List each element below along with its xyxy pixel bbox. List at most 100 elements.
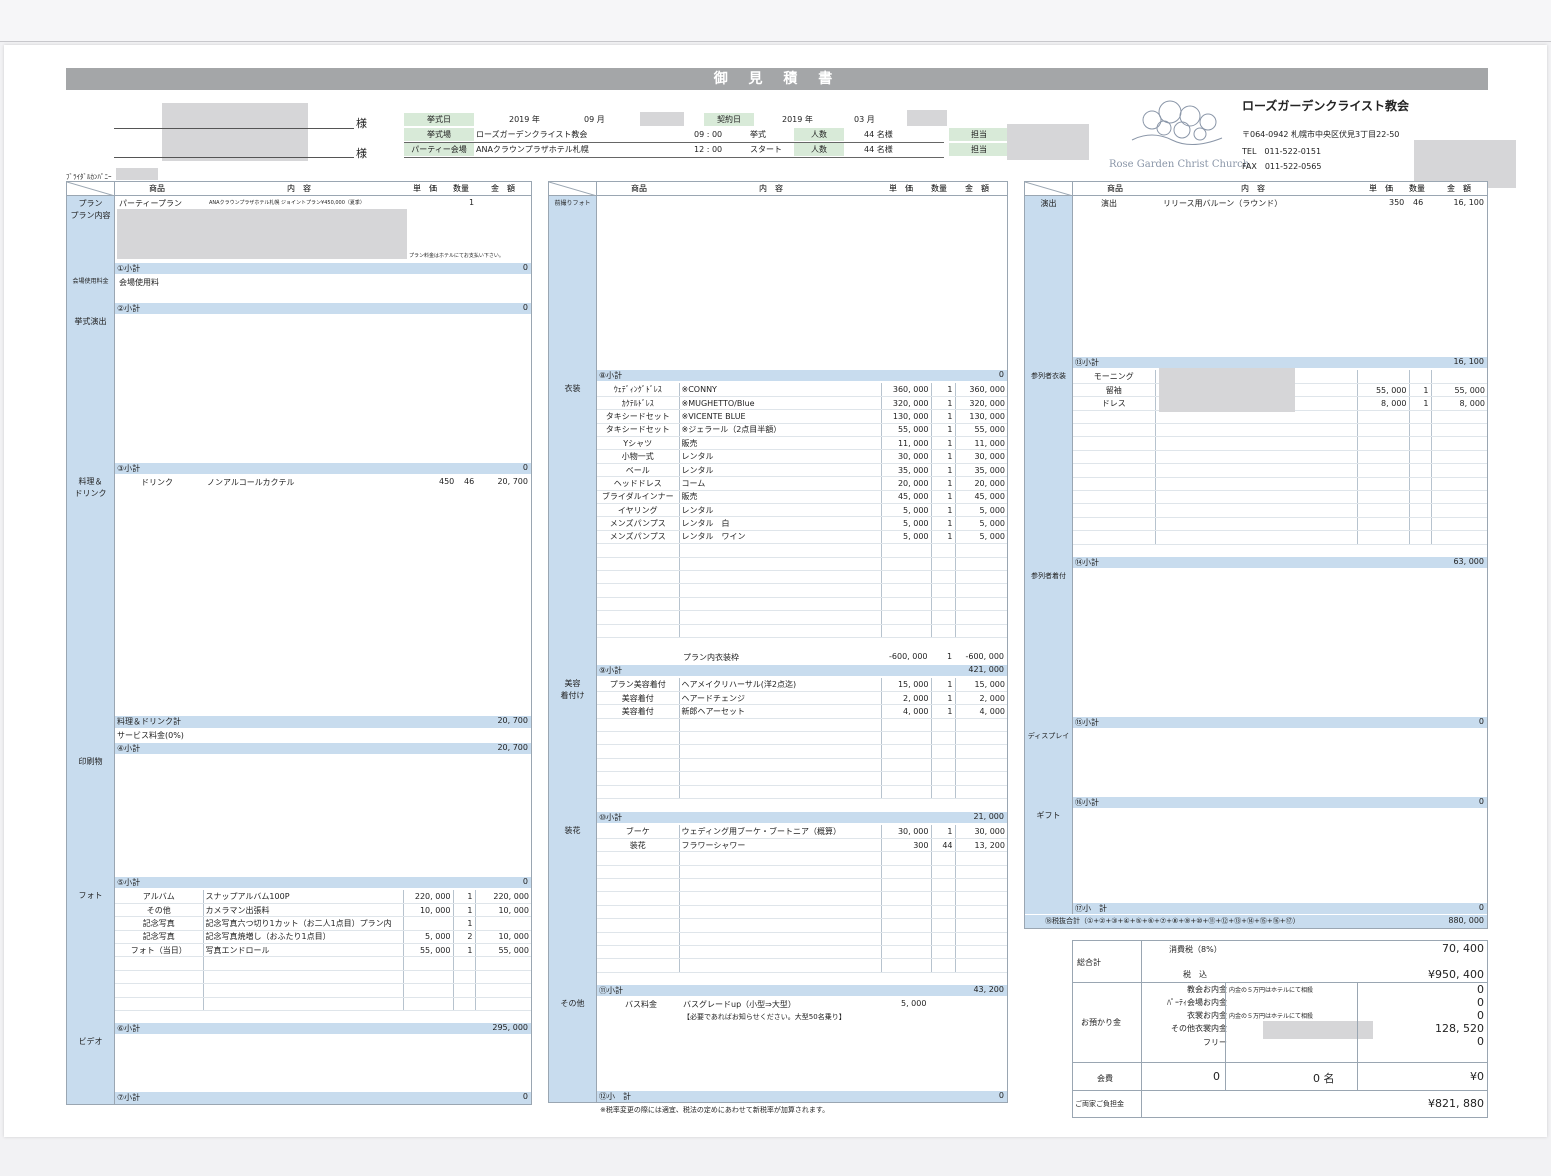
col-qty-header: 数量 bbox=[931, 184, 947, 193]
subtotal-15-label: ⑮小計 bbox=[1075, 718, 1099, 727]
subtotal-17-label: ⑰小 計 bbox=[1075, 904, 1107, 913]
subtotal-row-10 bbox=[597, 812, 1007, 823]
estimate-column-3: 商品 内 容 単 価 数量 金 額 演出 演出 リリース用バルーン（ラウンド） … bbox=[1024, 181, 1488, 929]
item-cell: その他 bbox=[115, 903, 204, 918]
amount-cell: 5, 000 bbox=[955, 516, 1007, 531]
sama-2: 様 bbox=[356, 147, 367, 160]
item-cell: アルバム bbox=[115, 890, 204, 904]
pretax-total-value: 880, 000 bbox=[1448, 916, 1484, 925]
burden-value: ¥821, 880 bbox=[1428, 1097, 1484, 1110]
amount-cell: 30, 000 bbox=[955, 825, 1007, 839]
venue-people: 44 名様 bbox=[864, 130, 893, 139]
plan-qty: 1 bbox=[469, 198, 475, 207]
section-label-print: 印刷物 bbox=[67, 754, 115, 888]
empty-row bbox=[597, 905, 1007, 920]
empty-row bbox=[597, 945, 1007, 960]
item-cell: メンズパンプス bbox=[597, 530, 680, 545]
amount-cell: 5, 000 bbox=[955, 530, 1007, 545]
company-logo-text: Rose Garden Christ Church bbox=[1109, 159, 1250, 170]
subtotal-14-label: ⑭小計 bbox=[1075, 558, 1099, 567]
price-cell: 30, 000 bbox=[881, 449, 932, 464]
subtotal-row-11 bbox=[597, 985, 1007, 996]
content-cell: 記念写真六つ切り1カット（お二人1点目）プラン内 bbox=[203, 916, 404, 931]
amount-cell: 130, 000 bbox=[955, 409, 1007, 424]
rose-logo-icon bbox=[1131, 100, 1223, 145]
subtotal-2-label: ②小計 bbox=[117, 304, 141, 313]
price-cell: 4, 000 bbox=[881, 704, 932, 719]
subtotal-16-value: 0 bbox=[1478, 797, 1484, 806]
section-label-plan: プラン プラン内容 bbox=[67, 196, 115, 274]
section-label-venue-fee: 会場使用料金 bbox=[67, 274, 115, 314]
party-label: パーティー会場 bbox=[404, 143, 474, 156]
content-cell: レンタル 白 bbox=[679, 516, 882, 531]
party-people: 44 名様 bbox=[864, 145, 893, 154]
content-cell: レンタル bbox=[679, 503, 882, 518]
item-cell: ブーケ bbox=[597, 825, 680, 839]
amount-cell: 10, 000 bbox=[475, 930, 531, 945]
price-cell: 320, 000 bbox=[881, 396, 932, 411]
subtotal-10-label: ⑩小計 bbox=[599, 813, 623, 822]
redacted-plan-content bbox=[117, 209, 407, 259]
venue-people-label: 人数 bbox=[794, 128, 844, 141]
col-amount-header: 金 額 bbox=[1447, 184, 1471, 193]
qty-cell: 1 bbox=[931, 678, 956, 692]
redacted-day bbox=[640, 112, 684, 126]
item-cell: メンズパンプス bbox=[597, 516, 680, 531]
kaihi-b: 0 名 bbox=[1313, 1072, 1335, 1085]
table-row: ベール レンタル 35, 000 1 35, 000 bbox=[597, 463, 1007, 478]
free-value: 0 bbox=[1477, 1035, 1484, 1048]
table-row: ヘッドドレス コーム 20, 000 1 20, 000 bbox=[597, 476, 1007, 491]
other-costume-deposit-value: 128, 520 bbox=[1435, 1022, 1484, 1035]
content-cell: ヘアードチェンジ bbox=[679, 691, 882, 706]
empty-row bbox=[1073, 423, 1487, 438]
empty-row bbox=[597, 718, 1007, 733]
amount-cell: 4, 000 bbox=[955, 704, 1007, 719]
section-label-flower: 装花 bbox=[549, 823, 597, 997]
empty-row bbox=[597, 543, 1007, 558]
table-row: 記念写真 記念写真六つ切り1カット（お二人1点目）プラン内 1 bbox=[115, 916, 531, 931]
photo-rows: アルバム スナップアルバム100P 220, 000 1 220, 000 その他 カメラマ… bbox=[115, 890, 531, 1012]
price-cell: 5, 000 bbox=[403, 930, 454, 945]
church-deposit-note: 内金の５万円はホテルにて相殺 bbox=[1229, 987, 1314, 994]
ceremony-date-label: 挙式日 bbox=[404, 113, 474, 126]
church-deposit-value: 0 bbox=[1477, 983, 1484, 996]
col-qty-header: 数量 bbox=[453, 184, 469, 193]
subtotal-row-8 bbox=[597, 370, 1007, 381]
col-content-header: 内 容 bbox=[287, 184, 311, 193]
amount-cell: 55, 000 bbox=[1431, 383, 1487, 398]
amount-cell: 10, 000 bbox=[475, 903, 531, 918]
section-label-produce: 演出 bbox=[1025, 196, 1073, 368]
table-row: イヤリング レンタル 5, 000 1 5, 000 bbox=[597, 503, 1007, 518]
content-cell: レンタル ワイン bbox=[679, 530, 882, 545]
amount-cell bbox=[475, 916, 531, 931]
redacted-guest-content bbox=[1159, 368, 1295, 412]
item-cell: 装花 bbox=[597, 838, 680, 853]
content-cell: カメラマン出張料 bbox=[203, 903, 404, 918]
price-cell: 5, 000 bbox=[881, 516, 932, 531]
price-cell: 8, 000 bbox=[1357, 396, 1410, 411]
col-item-header: 商品 bbox=[1107, 184, 1123, 193]
burden-label: ご両家ご負担金 bbox=[1075, 1100, 1124, 1108]
empty-row bbox=[1073, 477, 1487, 492]
ceremony-year: 2019 年 bbox=[509, 115, 540, 124]
amount-cell: 360, 000 bbox=[955, 383, 1007, 397]
header-diagonal bbox=[1025, 182, 1073, 196]
section-label-guest-costume: 参列者衣装 bbox=[1025, 368, 1073, 568]
item-cell: ｶｸﾃﾙﾄﾞﾚｽ bbox=[597, 396, 680, 411]
item-cell: 美容着付 bbox=[597, 691, 680, 706]
subtotal-row-4 bbox=[115, 743, 531, 754]
flower-rows: ブーケ ウェディング用ブーケ・ブートニア（概算） 30, 000 1 30, 000 装花… bbox=[597, 825, 1007, 973]
qty-cell bbox=[1409, 370, 1432, 384]
empty-row bbox=[597, 918, 1007, 933]
summary-kaihi-row bbox=[1073, 1063, 1487, 1091]
empty-row bbox=[597, 758, 1007, 773]
church-deposit-label: 教会お内金 bbox=[1187, 985, 1227, 994]
estimate-column-1: 商品 内 容 単 価 数量 金 額 プラン プラン内容 パーティープラン ANA… bbox=[66, 181, 532, 1105]
company-fax: FAX 011-522-0565 bbox=[1242, 162, 1322, 171]
price-cell: 55, 000 bbox=[1357, 383, 1410, 398]
price-cell: 300 bbox=[881, 838, 932, 853]
drink-content: ノンアルコールカクテル bbox=[207, 478, 295, 487]
table-row: 装花 フラワーシャワー 300 44 13, 200 bbox=[597, 838, 1007, 853]
empty-row bbox=[115, 956, 531, 971]
other-price: 5, 000 bbox=[901, 999, 927, 1008]
